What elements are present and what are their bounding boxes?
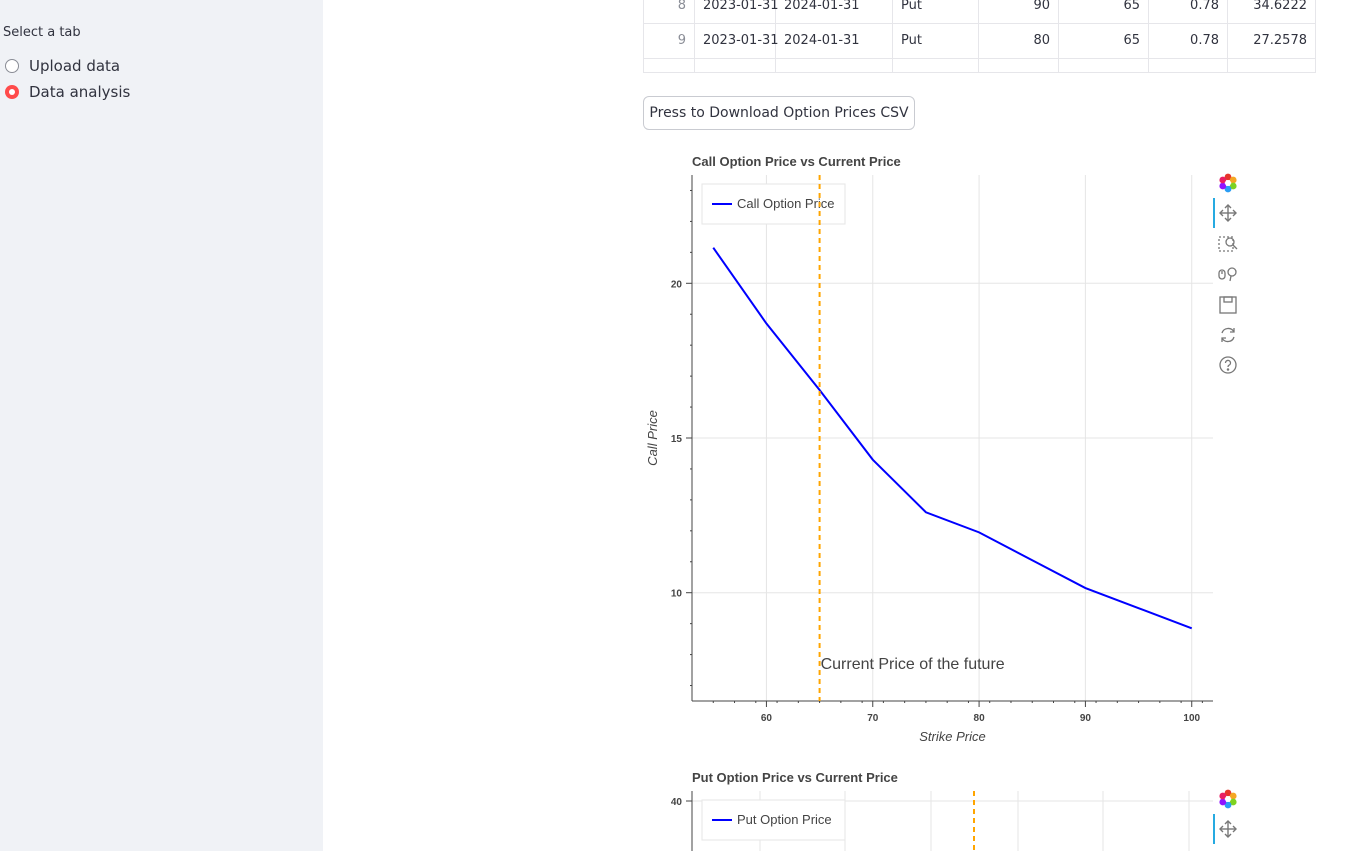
active-tool-indicator: [1213, 198, 1215, 229]
row-index: 9: [644, 23, 695, 58]
x-axis-label: Strike Price: [919, 729, 985, 744]
call-chart-title: Call Option Price vs Current Price: [692, 154, 901, 169]
current-price-cell: 65: [1059, 0, 1149, 23]
radio-circle-upload[interactable]: [5, 59, 19, 73]
end-date-cell: 2024-01-31: [776, 23, 893, 58]
call-option-chart[interactable]: 60 70 80 90 100 10 15 20 Strike Price Call Price C…: [640, 170, 1220, 750]
legend-label: Put Option Price: [737, 812, 832, 827]
reset-icon[interactable]: [1216, 323, 1240, 347]
sidebar: Select a tab Upload data Data analysis: [0, 0, 323, 851]
y-tick-label: 10: [671, 589, 683, 600]
table-row: [644, 58, 1315, 72]
put-chart-title: Put Option Price vs Current Price: [692, 770, 898, 785]
radio-label-data-analysis: Data analysis: [29, 83, 131, 101]
pan-icon[interactable]: [1216, 201, 1240, 225]
pan-icon[interactable]: [1216, 817, 1240, 841]
current-price-cell: 65: [1059, 23, 1149, 58]
wheel-zoom-icon[interactable]: [1216, 262, 1240, 286]
y-axis-label: Call Price: [645, 410, 660, 466]
y-tick-label: 15: [671, 434, 683, 445]
option-prices-table[interactable]: 8 2023-01-31 2024-01-31 Put 90 65 0.78 3…: [643, 0, 1316, 73]
strike-cell: 80: [979, 23, 1059, 58]
radio-circle-data-analysis[interactable]: [5, 85, 19, 99]
y-tick-label: 40: [671, 797, 683, 808]
x-tick-label: 100: [1183, 713, 1200, 724]
start-date-cell: 2023-01-31: [695, 0, 779, 23]
tab-select-label: Select a tab: [3, 25, 81, 40]
radio-data-analysis[interactable]: Data analysis: [5, 83, 130, 101]
start-date-cell: 2023-01-31: [695, 23, 779, 58]
x-tick-label: 90: [1080, 713, 1092, 724]
strike-cell: 90: [979, 0, 1059, 23]
end-date-cell: 2024-01-31: [776, 0, 893, 23]
put-option-chart[interactable]: 40 Put Option Price: [640, 786, 1220, 851]
volatility-cell: 0.78: [1149, 23, 1228, 58]
x-tick-label: 70: [867, 713, 879, 724]
x-tick-label: 60: [761, 713, 773, 724]
radio-label-upload: Upload data: [29, 57, 121, 75]
bokeh-logo-icon[interactable]: [1216, 171, 1240, 195]
table-row: 8 2023-01-31 2024-01-31 Put 90 65 0.78 3…: [644, 0, 1315, 24]
option-price-cell: 27.2578: [1253, 33, 1307, 48]
help-icon[interactable]: [1216, 353, 1240, 377]
download-csv-button[interactable]: Press to Download Option Prices CSV: [643, 96, 915, 130]
y-tick-label: 20: [671, 279, 683, 290]
bokeh-logo-icon[interactable]: [1216, 787, 1240, 811]
radio-upload-data[interactable]: Upload data: [5, 57, 120, 75]
option-type-cell: Put: [893, 0, 979, 23]
current-price-label: Current Price of the future: [821, 656, 1005, 673]
save-icon[interactable]: [1216, 293, 1240, 317]
box-zoom-icon[interactable]: [1216, 232, 1240, 256]
option-price-cell: 34.6222: [1253, 0, 1307, 13]
table-row: 9 2023-01-31 2024-01-31 Put 80 65 0.78 2…: [644, 23, 1315, 59]
active-tool-indicator: [1213, 814, 1215, 845]
option-type-cell: Put: [893, 23, 979, 58]
x-tick-label: 80: [974, 713, 986, 724]
row-index: 8: [644, 0, 695, 23]
volatility-cell: 0.78: [1149, 0, 1228, 23]
